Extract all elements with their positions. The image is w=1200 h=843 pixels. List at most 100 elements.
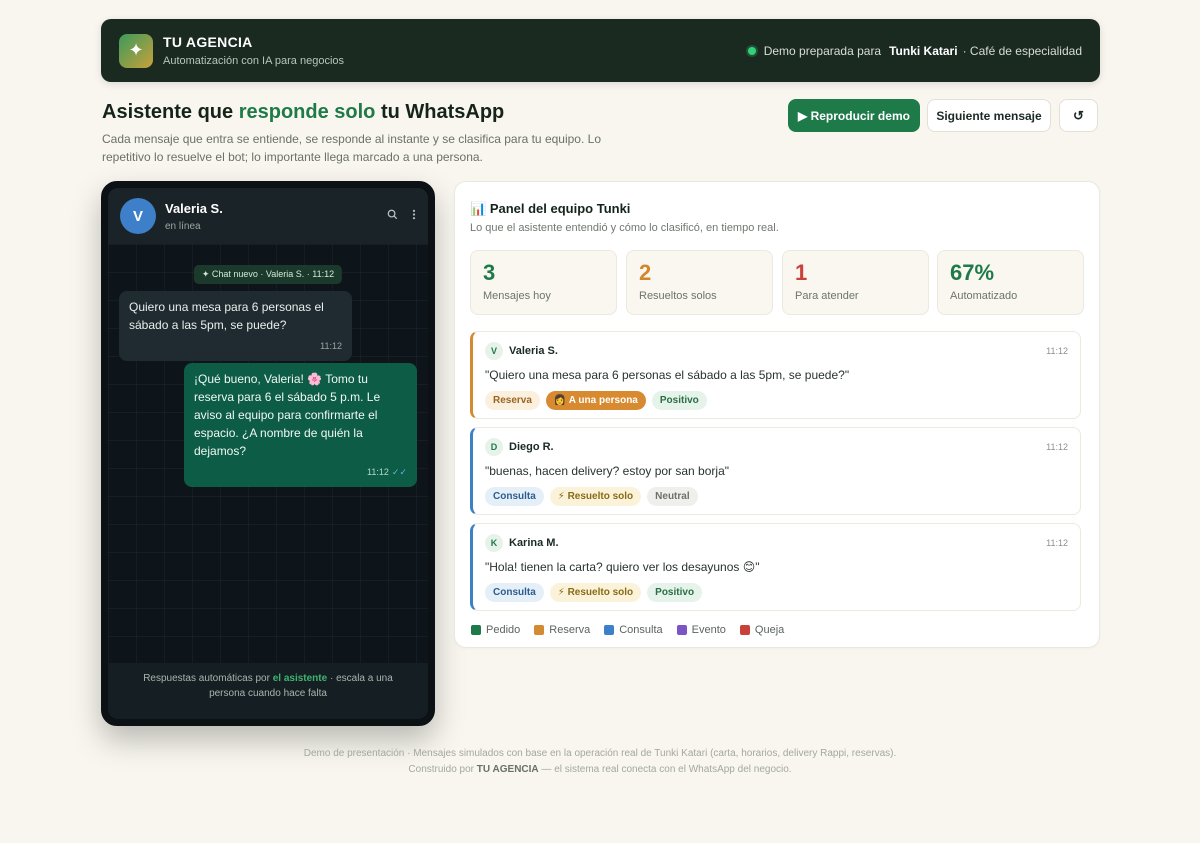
contact-status: en línea (165, 220, 201, 232)
legend-item-evento: Evento (676, 624, 726, 636)
legend-item-pedido: Pedido (471, 624, 520, 636)
message-text: ¡Qué bueno, Valeria! 🌸 Tomo tu reserva p… (194, 372, 381, 458)
panel-subtitle: Lo que el asistente entendió y cómo lo c… (470, 222, 779, 234)
sentiment-tag: Positivo (651, 391, 707, 410)
search-icon[interactable] (387, 209, 398, 223)
routing-tag: ⚡ Resuelto solo (549, 583, 642, 602)
sender-name: Diego R. (509, 441, 554, 453)
chart-icon: 📊 (470, 201, 487, 216)
message-time: 11:12 (1046, 346, 1068, 356)
tag-list: Consulta ⚡ Resuelto solo Positivo (485, 583, 1068, 602)
message-time: 11:12 (320, 341, 342, 351)
brand-subtitle: Automatización con IA para negocios (163, 55, 345, 67)
system-notice: ✦ Chat nuevo · Valeria S. · 11:12 (193, 265, 343, 284)
footer-text: Construido por (408, 764, 477, 775)
chat-header: V Valeria S. en línea (108, 188, 428, 244)
stat-card-automated: 67% Automatizado (937, 250, 1084, 315)
legend-label: Reserva (549, 624, 591, 636)
message-card-header: D Diego R. 11:12 (485, 438, 1068, 456)
sender-name: Valeria S. (509, 345, 558, 357)
tag-list: Reserva 👩 A una persona Positivo (485, 391, 1068, 410)
legend-item-reserva: Reserva (534, 624, 590, 636)
message-card-header: K Karina M. 11:12 (485, 534, 1068, 552)
brand-name: TU AGENCIA (163, 34, 253, 50)
stat-card-messages: 3 Mensajes hoy (470, 250, 617, 315)
routing-tag: ⚡ Resuelto solo (549, 487, 642, 506)
page-title: Asistente que responde solo tu WhatsApp (102, 101, 504, 124)
legend-label: Pedido (486, 624, 521, 636)
title-part: Asistente que (102, 101, 239, 123)
message-time: 11:12 (1046, 442, 1068, 452)
avatar: V (120, 198, 156, 234)
panel-title: 📊 Panel del equipo Tunki (470, 201, 630, 217)
live-status-icon (747, 46, 756, 55)
sender-name: Karina M. (509, 537, 559, 549)
sentiment-tag: Positivo (647, 583, 703, 602)
legend-item-queja: Queja (739, 624, 785, 636)
legend-label: Evento (691, 624, 726, 636)
footer-line-1: Demo de presentación · Mensajes simulado… (303, 748, 897, 759)
legend-label: Queja (754, 624, 785, 636)
stat-label: Automatizado (950, 290, 1018, 302)
stat-card-resolved: 2 Resueltos solos (626, 250, 773, 315)
play-demo-button[interactable]: ▶ Reproducir demo (788, 99, 920, 132)
stat-value: 67% (950, 260, 995, 285)
outgoing-message-bubble: ¡Qué bueno, Valeria! 🌸 Tomo tu reserva p… (184, 363, 417, 487)
phone-chat-preview: V Valeria S. en línea ✦ Chat nuevo · Val… (101, 181, 435, 726)
top-bar: ✦ TU AGENCIA Automatización con IA para … (101, 19, 1100, 82)
legend-swatch (471, 625, 481, 635)
message-card[interactable]: K Karina M. 11:12 "Hola! tienen la carta… (470, 523, 1081, 611)
legend-swatch (676, 625, 687, 635)
message-card[interactable]: D Diego R. 11:12 "buenas, hacen delivery… (470, 427, 1081, 515)
stat-value: 2 (639, 260, 652, 285)
legend-label: Consulta (619, 624, 663, 636)
legend-swatch (604, 625, 615, 635)
footer-brand: TU AGENCIA (476, 764, 539, 775)
client-type: · Café de especialidad (962, 43, 1082, 58)
message-text: Quiero una mesa para 6 personas el sábad… (129, 300, 324, 332)
stat-label: Para atender (795, 290, 859, 302)
read-ticks-icon: ✓✓ (391, 467, 407, 477)
footer-text: Respuestas automáticas por (143, 673, 273, 684)
panel-title-text: Panel del equipo Tunki (489, 201, 631, 216)
tag-list: Consulta ⚡ Resuelto solo Neutral (485, 487, 1068, 506)
avatar: K (485, 534, 503, 552)
contact-name: Valeria S. (165, 200, 223, 216)
avatar: V (485, 342, 503, 360)
message-text: "Quiero una mesa para 6 personas el sába… (485, 368, 850, 382)
brand: TU AGENCIA Automatización con IA para ne… (163, 34, 344, 67)
category-legend: Pedido Reserva Consulta Evento Queja (471, 624, 784, 636)
chat-actions (387, 209, 416, 223)
page-description: Cada mensaje que entra se entiende, se r… (102, 132, 601, 164)
chat-footer-note: Respuestas automáticas por el asistente … (108, 663, 428, 719)
message-card-header: V Valeria S. 11:12 (485, 342, 1068, 360)
stat-value: 3 (483, 260, 496, 285)
title-part: tu WhatsApp (375, 101, 505, 123)
footer-accent: el asistente (272, 673, 328, 684)
avatar: D (485, 438, 503, 456)
legend-swatch (739, 625, 750, 635)
more-vertical-icon[interactable] (412, 209, 416, 223)
routing-tag: 👩 A una persona (545, 391, 646, 410)
category-tag: Reserva (485, 391, 540, 410)
message-time: 11:12 (367, 467, 389, 477)
page-footer: Demo de presentación · Mensajes simulado… (0, 746, 1200, 778)
reset-icon[interactable]: ↺ (1059, 99, 1098, 132)
next-message-button[interactable]: Siguiente mensaje (927, 99, 1051, 132)
message-time: 11:12 (1046, 538, 1068, 548)
stat-value: 1 (795, 260, 808, 285)
sentiment-tag: Neutral (647, 487, 698, 506)
message-time-row: 11:12 ✓✓ (194, 463, 407, 481)
chat-area: V Valeria S. en línea ✦ Chat nuevo · Val… (108, 188, 428, 719)
message-text: "buenas, hacen delivery? estoy por san b… (485, 464, 730, 478)
category-tag: Consulta (485, 487, 544, 506)
stat-card-to-attend: 1 Para atender (782, 250, 929, 315)
demo-label: Demo preparada para (763, 43, 882, 58)
sparkle-logo-icon: ✦ (119, 33, 153, 68)
message-text: "Hola! tienen la carta? quiero ver los d… (485, 560, 760, 574)
message-card[interactable]: V Valeria S. 11:12 "Quiero una mesa para… (470, 331, 1081, 419)
stat-label: Resueltos solos (639, 290, 717, 302)
legend-item-consulta: Consulta (604, 624, 663, 636)
incoming-message-bubble: Quiero una mesa para 6 personas el sábad… (119, 291, 352, 361)
legend-swatch (534, 625, 545, 635)
